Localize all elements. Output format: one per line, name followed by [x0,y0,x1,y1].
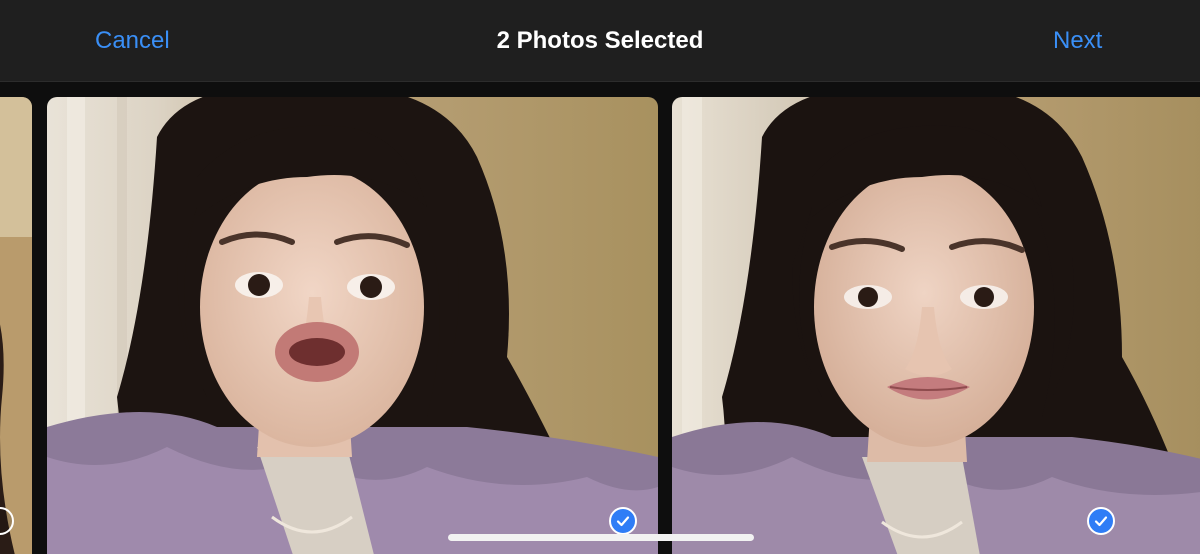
next-button[interactable]: Next [1053,26,1102,56]
home-indicator[interactable] [448,534,754,541]
checkmark-icon[interactable] [1087,507,1115,535]
photo-picker-screen: Cancel 2 Photos Selected Next [0,0,1200,554]
page-title: 2 Photos Selected [496,27,704,54]
photo-image [672,97,1200,554]
check-glyph [1094,516,1108,527]
photo-thumbnail-1[interactable] [47,97,658,554]
check-glyph [616,516,630,527]
photo-thumbnail-partial[interactable] [0,97,32,554]
photo-thumbnail-2[interactable] [672,97,1200,554]
checkmark-icon[interactable] [609,507,637,535]
photo-image [0,97,32,554]
photo-image [47,97,658,554]
navigation-bar: Cancel 2 Photos Selected Next [0,0,1200,82]
